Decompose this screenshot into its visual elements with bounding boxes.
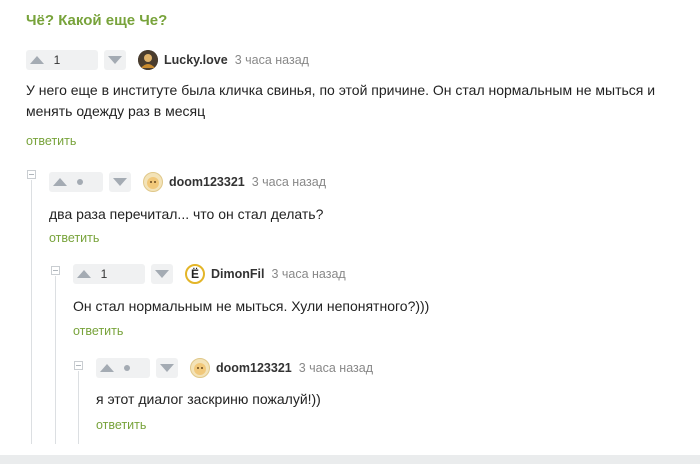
page-bottom-divider xyxy=(0,455,700,464)
comment-3-header: 1 Ё DimonFil 3 часа назад xyxy=(73,263,346,285)
comment-text: я этот диалог заскриню пожалуй!)) xyxy=(96,391,321,407)
vote-count: 1 xyxy=(53,53,61,67)
doom-avatar-icon[interactable] xyxy=(190,358,210,378)
comment-4-header: doom123321 3 часа назад xyxy=(96,357,373,379)
comment-text: У него еще в институте была кличка свинь… xyxy=(26,82,656,119)
comment-text: Он стал нормальным не мыться. Хули непон… xyxy=(73,298,430,314)
thread-branch-line[interactable] xyxy=(55,276,56,444)
downvote-button[interactable] xyxy=(151,264,173,284)
reply-link[interactable]: ответить xyxy=(96,418,146,432)
dimonfil-avatar-icon[interactable]: Ё xyxy=(185,264,205,284)
thread-branch-line[interactable] xyxy=(31,180,32,444)
collapse-thread-button[interactable] xyxy=(51,266,60,275)
vote-dot-icon xyxy=(124,365,130,371)
comment-text: два раза перечитал... что он стал делать… xyxy=(49,206,324,222)
downvote-button[interactable] xyxy=(109,172,131,192)
avatar-letter: Ё xyxy=(190,267,200,281)
lucky-love-avatar-icon[interactable] xyxy=(138,50,158,70)
arrow-down-icon xyxy=(155,270,169,278)
post-title[interactable]: Чё? Какой еще Че? xyxy=(26,12,167,29)
comment-1-header: 1 Lucky.love 3 часа назад xyxy=(26,49,309,71)
reply-link[interactable]: ответить xyxy=(26,134,76,148)
upvote-button[interactable] xyxy=(49,172,71,192)
reply-link[interactable]: ответить xyxy=(73,324,123,338)
vote-box: 1 xyxy=(26,50,98,70)
vote-box: 1 xyxy=(73,264,145,284)
comments-panel: Чё? Какой еще Че? 1 Lucky.love 3 часа на… xyxy=(0,0,700,458)
comment-time[interactable]: 3 часа назад xyxy=(252,175,326,189)
doom-avatar-icon[interactable] xyxy=(143,172,163,192)
arrow-down-icon xyxy=(113,178,127,186)
upvote-button[interactable] xyxy=(26,50,48,70)
comment-time[interactable]: 3 часа назад xyxy=(271,267,345,281)
comment-author[interactable]: doom123321 xyxy=(169,175,245,189)
downvote-button[interactable] xyxy=(104,50,126,70)
vote-dot-icon xyxy=(77,179,83,185)
arrow-down-icon xyxy=(160,364,174,372)
arrow-up-icon xyxy=(100,364,114,372)
comment-author[interactable]: doom123321 xyxy=(216,361,292,375)
collapse-thread-button[interactable] xyxy=(74,361,83,370)
arrow-up-icon xyxy=(53,178,67,186)
collapse-thread-button[interactable] xyxy=(27,170,36,179)
arrow-up-icon xyxy=(77,270,91,278)
upvote-button[interactable] xyxy=(73,264,95,284)
arrow-down-icon xyxy=(108,56,122,64)
comment-author[interactable]: Lucky.love xyxy=(164,53,228,67)
vote-box xyxy=(96,358,150,378)
upvote-button[interactable] xyxy=(96,358,118,378)
comment-author[interactable]: DimonFil xyxy=(211,267,264,281)
comment-time[interactable]: 3 часа назад xyxy=(235,53,309,67)
downvote-button[interactable] xyxy=(156,358,178,378)
comment-time[interactable]: 3 часа назад xyxy=(299,361,373,375)
arrow-up-icon xyxy=(30,56,44,64)
vote-count: 1 xyxy=(100,267,108,281)
thread-branch-line[interactable] xyxy=(78,371,79,444)
vote-box xyxy=(49,172,103,192)
reply-link[interactable]: ответить xyxy=(49,231,99,245)
comment-2-header: doom123321 3 часа назад xyxy=(49,171,326,193)
